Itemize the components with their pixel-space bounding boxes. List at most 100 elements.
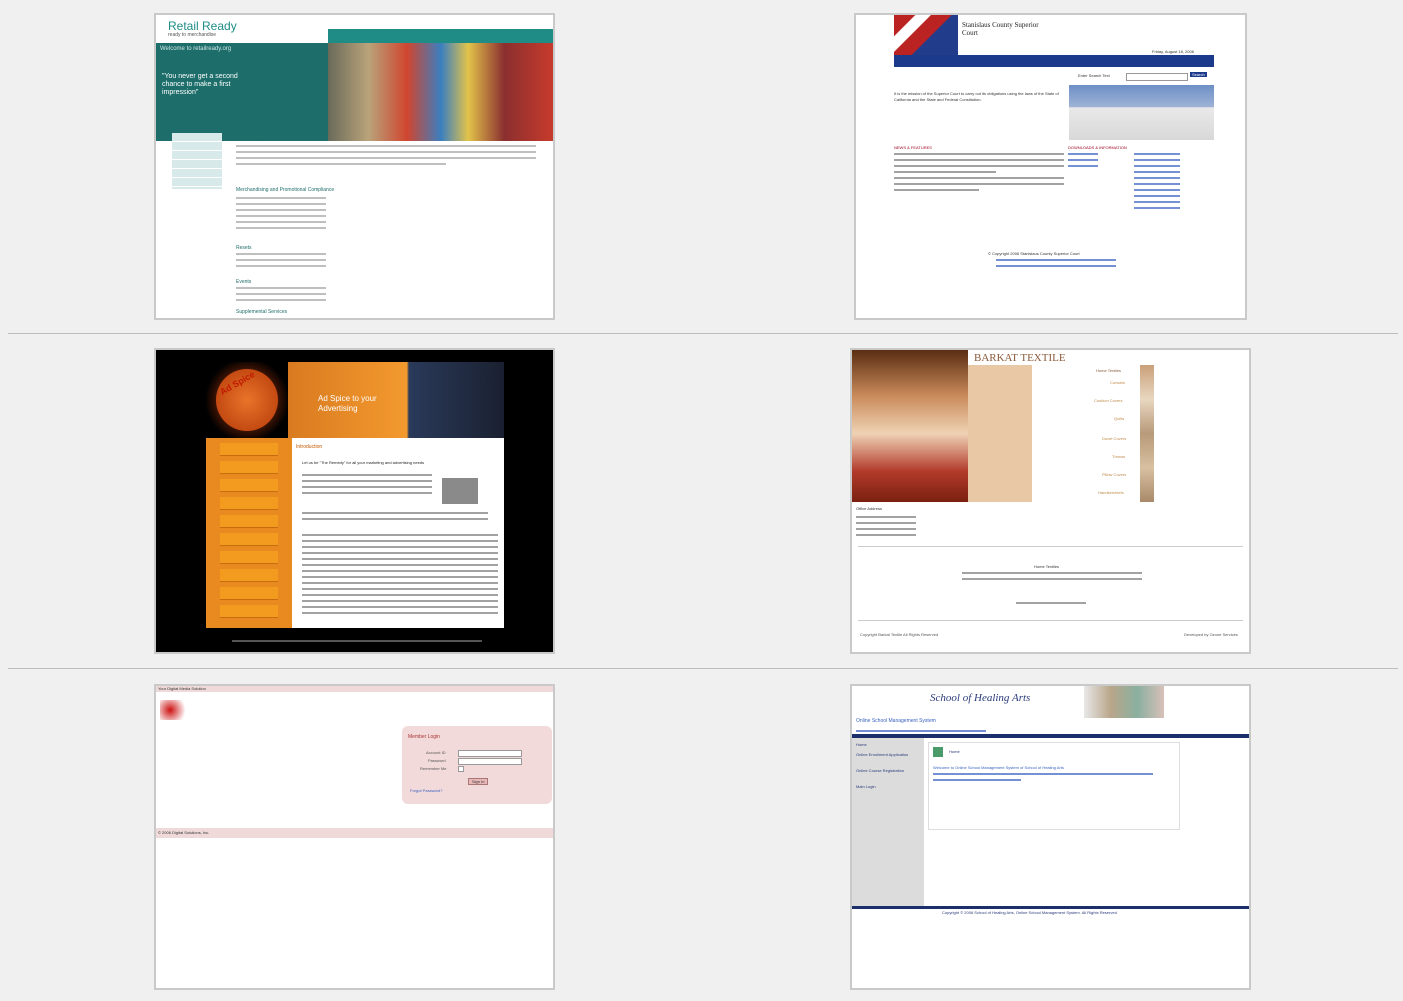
section-heading: Events	[236, 279, 252, 285]
top-bar	[156, 686, 553, 692]
welcome-text: Welcome to retailready.org	[160, 46, 232, 52]
main-panel: Home Welcome to Online School Management…	[928, 742, 1180, 830]
field-label: Password	[428, 758, 446, 763]
menu-panel[interactable]	[968, 365, 1032, 502]
top-nav-bar	[328, 29, 553, 43]
thumbnail-retail-ready[interactable]: Retail Ready ready to merchandise Welcom…	[154, 13, 555, 320]
remember-checkbox[interactable]	[458, 766, 464, 772]
side-menu[interactable]	[206, 438, 292, 628]
download-links-left[interactable]	[1068, 153, 1098, 171]
section-heading: Resets	[236, 245, 252, 251]
thumbnail-stanislaus-court[interactable]: Stanislaus County Superior Court Friday,…	[854, 13, 1247, 320]
office-label: Office Address	[856, 506, 882, 511]
date-text: Friday, August 18, 2006	[1152, 49, 1194, 54]
forgot-password-link[interactable]: Forgot Password?	[410, 788, 442, 793]
footer-bar	[852, 906, 1249, 909]
site-title: Stanislaus County Superior Court	[962, 21, 1039, 37]
court-photo	[1069, 85, 1214, 140]
address-text	[856, 516, 916, 540]
company-logo	[160, 700, 194, 720]
search-input[interactable]	[1126, 73, 1188, 81]
nav-item[interactable]: Online Enrollment Application	[856, 752, 918, 758]
copyright-text: Copyright Barkat Textile All Rights Rese…	[860, 632, 939, 637]
site-title: BARKAT TEXTILE	[974, 352, 1066, 364]
copyright-text: © 2006 Digital Solutions, Inc.	[158, 830, 210, 835]
intro-heading: Introduction	[296, 444, 323, 450]
people-photo	[442, 478, 478, 504]
thumbnail-barkat-textile[interactable]: BARKAT TEXTILE Home Textiles Curtains Cu…	[850, 348, 1251, 654]
category-link[interactable]: Home Textiles	[1096, 368, 1121, 373]
body-text	[302, 512, 488, 524]
nav-item[interactable]: Home	[856, 742, 867, 747]
thumbnail-member-login[interactable]: Your Digital Media Solution Member Login…	[154, 684, 555, 990]
header-art	[1084, 686, 1164, 718]
login-panel: Member Login Account ID Password Remembe…	[402, 726, 552, 804]
site-title: School of Healing Arts	[930, 692, 1031, 704]
sign-in-button[interactable]: Sign In	[468, 778, 489, 785]
category-link[interactable]: Handkerchiefs	[1098, 490, 1124, 495]
side-nav[interactable]	[172, 133, 222, 189]
banner-text: Ad Spice to your Advertising	[318, 394, 377, 413]
site-subtitle: Online School Management System	[856, 718, 936, 724]
category-link[interactable]: Cushion Covers	[1094, 398, 1122, 403]
hero-photo	[328, 43, 553, 141]
lead-text: Let us be "The Remedy" for all your mark…	[302, 460, 425, 465]
news-text	[894, 153, 1064, 195]
flag-logo	[894, 15, 958, 55]
bullet-list	[236, 287, 326, 305]
thumbnail-school-of-healing-arts[interactable]: School of Healing Arts Online School Man…	[850, 684, 1251, 990]
main-nav-bar[interactable]	[894, 55, 1214, 67]
site-logo: Retail Ready	[168, 19, 237, 33]
panel-title: Home	[949, 749, 960, 754]
footer-bar	[156, 828, 553, 838]
row-separator	[8, 333, 1398, 334]
thumbnail-ad-spice[interactable]: Ad Spice Ad Spice to your Advertising In…	[154, 348, 555, 654]
account-id-input[interactable]	[458, 750, 522, 757]
nav-item[interactable]: Online Course Registration	[856, 768, 918, 774]
search-label: Enter Search Text	[1078, 73, 1110, 78]
site-subtitle: ready to merchandise	[168, 32, 217, 38]
content-area: Introduction Let us be "The Remedy" for …	[292, 438, 504, 628]
copyright-text: © Copyright 2006 Stanislaus County Super…	[988, 251, 1080, 256]
home-icon	[933, 747, 943, 757]
field-label: Account ID	[426, 750, 446, 755]
news-heading: NEWS & FEATURES	[894, 145, 932, 150]
footer-title: Home Textiles	[1034, 564, 1060, 569]
category-link[interactable]: Throws	[1112, 454, 1125, 459]
mission-text: It is the mission of the Superior Court …	[894, 91, 1059, 102]
bedding-photo	[852, 350, 968, 502]
search-button[interactable]: Search	[1190, 72, 1207, 77]
tagline: "You never get a second chance to make a…	[162, 73, 238, 96]
section-heading: Merchandising and Promotional Compliance	[236, 187, 335, 193]
top-left-text: Your Digital Media Solution	[158, 686, 206, 691]
category-link[interactable]: Curtains	[1110, 380, 1125, 385]
bullet-list	[236, 197, 326, 233]
side-nav[interactable]: Home Online Enrollment Application Onlin…	[852, 738, 924, 906]
section-heading: Merchandising	[236, 135, 269, 141]
section-heading: Supplemental Services	[236, 309, 288, 315]
footer-links[interactable]	[232, 640, 482, 646]
body-text	[302, 474, 432, 498]
login-title: Member Login	[408, 734, 440, 740]
row-separator	[8, 668, 1398, 669]
category-link[interactable]: Quilts	[1114, 416, 1124, 421]
credit-text: Developed by Ozone Services	[1184, 632, 1238, 637]
body-text	[236, 145, 536, 169]
password-input[interactable]	[458, 758, 522, 765]
field-label: Remember Me	[420, 766, 447, 771]
body-text	[302, 534, 498, 618]
divider	[858, 620, 1243, 621]
welcome-text: Welcome to Online School Management Syst…	[933, 765, 1064, 770]
category-link[interactable]: Pillow Covers	[1102, 472, 1126, 477]
footer-text: Copyright © 2006 School of Healing Arts,…	[942, 910, 1117, 915]
divider	[858, 546, 1243, 547]
category-link[interactable]: Duvet Covers	[1102, 436, 1126, 441]
downloads-heading: DOWNLOADS & INFORMATION	[1068, 145, 1127, 150]
bullet-list	[236, 253, 326, 271]
footer-links[interactable]	[1016, 602, 1086, 608]
footer-links[interactable]	[996, 259, 1116, 271]
product-strip	[1140, 365, 1154, 502]
intro-text	[933, 773, 1153, 785]
download-links-right[interactable]	[1134, 153, 1180, 213]
nav-item[interactable]: Main Login	[856, 784, 876, 789]
